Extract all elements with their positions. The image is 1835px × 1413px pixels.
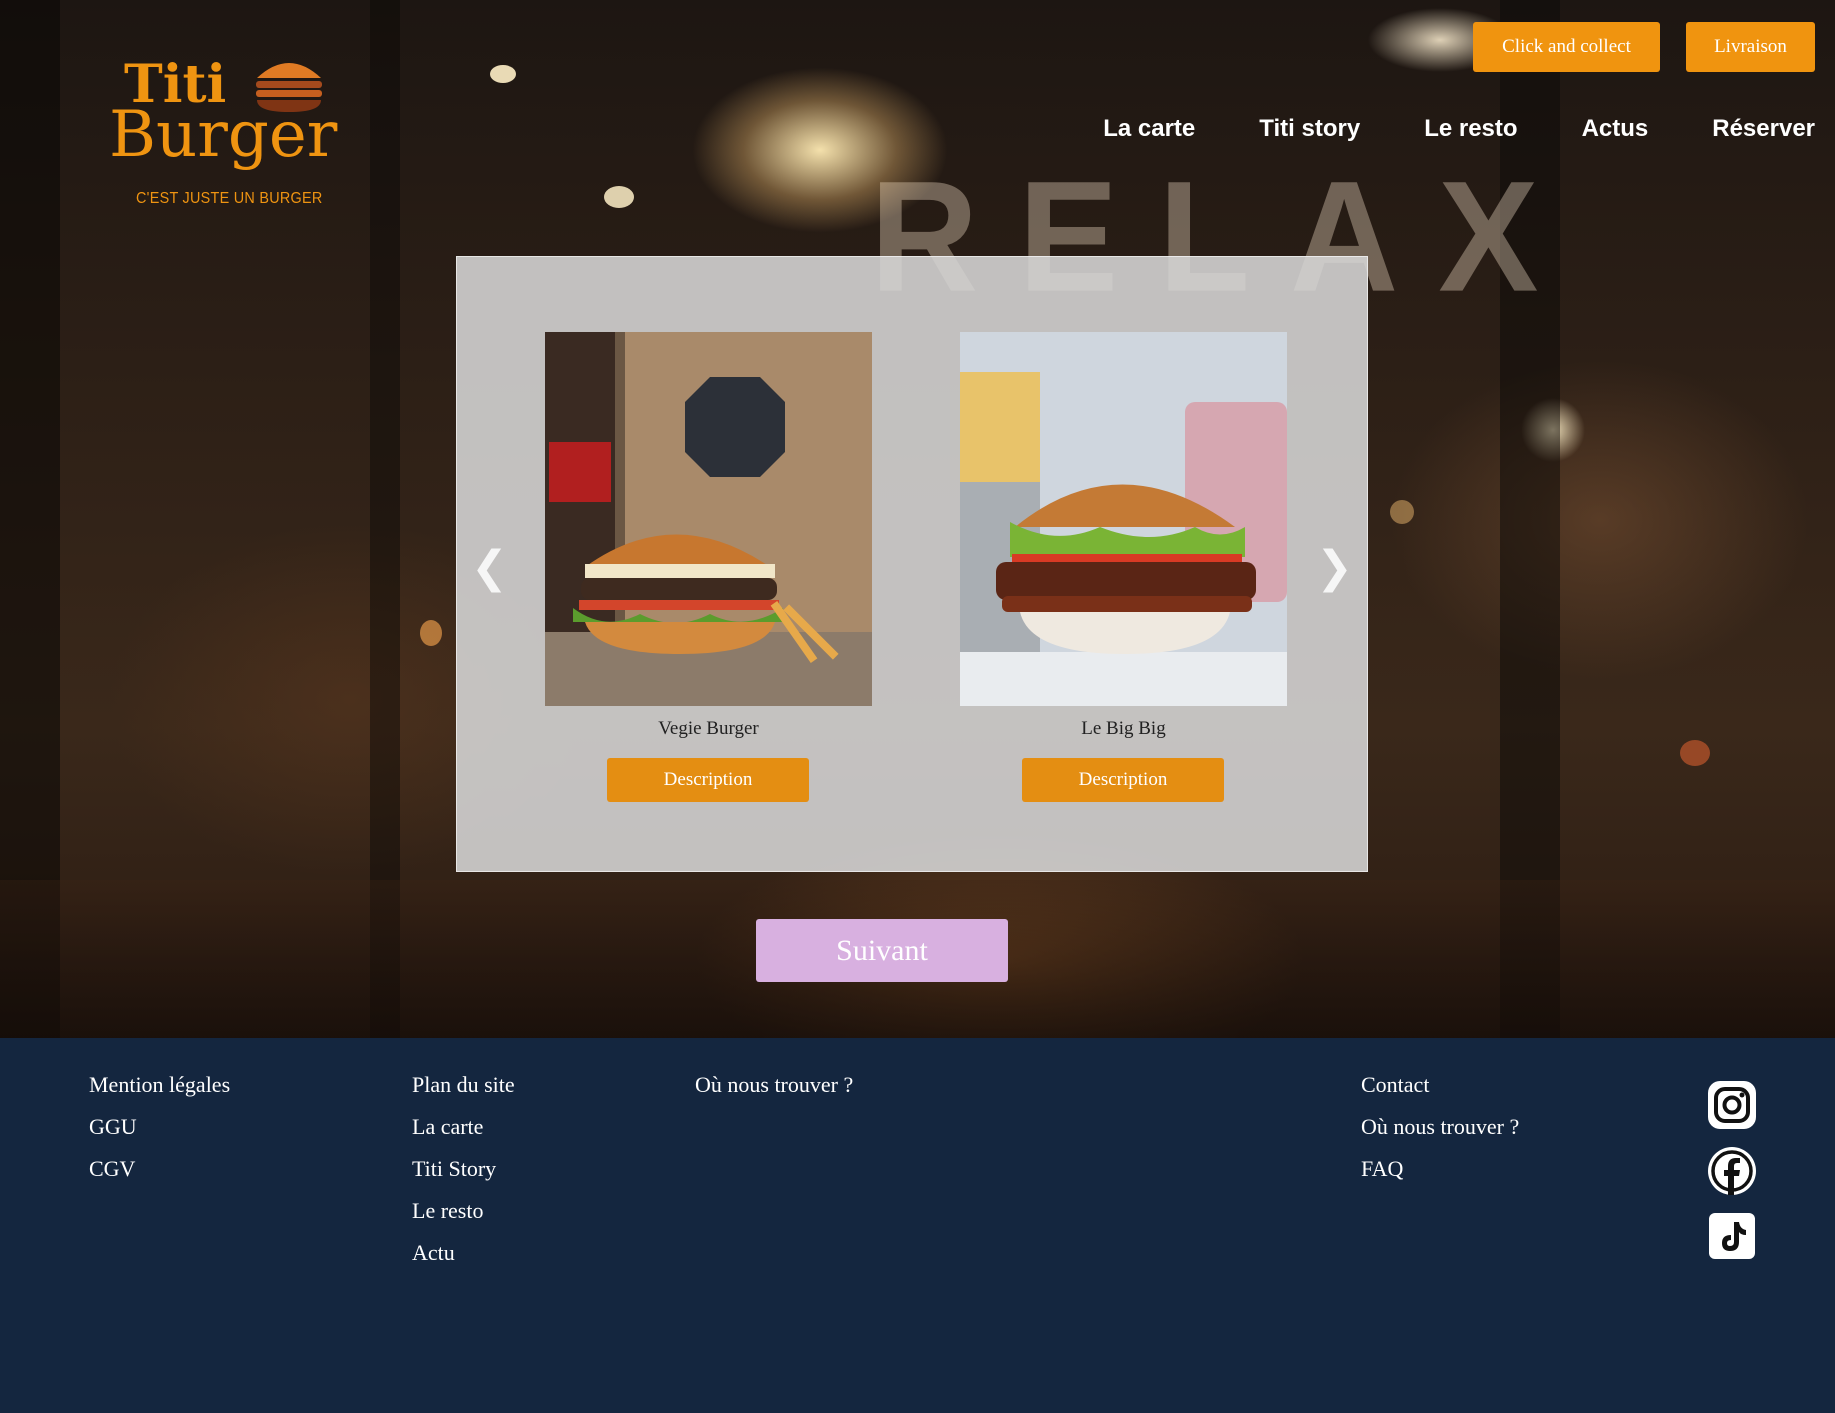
- burger-name: Le Big Big: [1081, 718, 1166, 739]
- footer-link-plan-du-site[interactable]: Plan du site: [412, 1071, 515, 1099]
- burger-name: Vegie Burger: [658, 718, 759, 739]
- main-nav: La carte Titi story Le resto Actus Réser…: [1103, 115, 1815, 143]
- carousel-card: Le Big Big Description: [960, 332, 1287, 802]
- footer-link-faq[interactable]: FAQ: [1361, 1155, 1519, 1183]
- nav-item-le-resto[interactable]: Le resto: [1424, 115, 1517, 143]
- instagram-icon[interactable]: [1707, 1080, 1757, 1130]
- burger-carousel: ❮ ❯ Vegie Burger Description Le Big Big …: [456, 256, 1368, 872]
- footer-link-ggu[interactable]: GGU: [89, 1113, 230, 1141]
- tiktok-icon[interactable]: [1707, 1211, 1757, 1261]
- footer-column-contact: Contact Où nous trouver ? FAQ: [1361, 1071, 1519, 1183]
- vegie-burger-image: [545, 332, 872, 706]
- le-big-big-image: [960, 332, 1287, 706]
- footer-column-legal: Mention légales GGU CGV: [89, 1071, 230, 1183]
- footer-link-contact[interactable]: Contact: [1361, 1071, 1519, 1099]
- footer-link-ou-nous-trouver[interactable]: Où nous trouver ?: [1361, 1113, 1519, 1141]
- footer-link-titi-story[interactable]: Titi Story: [412, 1155, 515, 1183]
- nav-item-actus[interactable]: Actus: [1582, 115, 1649, 143]
- description-button[interactable]: Description: [607, 758, 809, 802]
- nav-item-la-carte[interactable]: La carte: [1103, 115, 1195, 143]
- footer-column-location: Où nous trouver ?: [695, 1071, 853, 1099]
- footer-link-cgv[interactable]: CGV: [89, 1155, 230, 1183]
- carousel-prev-arrow[interactable]: ❮: [471, 542, 508, 593]
- next-button[interactable]: Suivant: [756, 919, 1008, 982]
- footer-link-actu[interactable]: Actu: [412, 1239, 515, 1267]
- click-and-collect-button[interactable]: Click and collect: [1473, 22, 1660, 72]
- footer-link-mentions[interactable]: Mention légales: [89, 1071, 230, 1099]
- delivery-button[interactable]: Livraison: [1686, 22, 1815, 72]
- nav-item-reserver[interactable]: Réserver: [1712, 115, 1815, 143]
- carousel-card: Vegie Burger Description: [545, 332, 872, 802]
- footer-column-sitemap: Plan du site La carte Titi Story Le rest…: [412, 1071, 515, 1267]
- facebook-icon[interactable]: [1707, 1146, 1757, 1196]
- logo-text-burger: Burger: [109, 98, 338, 172]
- nav-item-titi-story[interactable]: Titi story: [1259, 115, 1360, 143]
- footer: Mention légales GGU CGV Plan du site La …: [0, 1038, 1835, 1413]
- footer-link-le-resto[interactable]: Le resto: [412, 1197, 515, 1225]
- description-button[interactable]: Description: [1022, 758, 1224, 802]
- carousel-next-arrow[interactable]: ❯: [1316, 542, 1353, 593]
- footer-link-la-carte[interactable]: La carte: [412, 1113, 515, 1141]
- brand-logo[interactable]: Titi Burger C'EST JUSTE UN BURGER: [104, 50, 344, 220]
- footer-link-ou-nous-trouver[interactable]: Où nous trouver ?: [695, 1071, 853, 1099]
- logo-tagline: C'EST JUSTE UN BURGER: [136, 190, 323, 207]
